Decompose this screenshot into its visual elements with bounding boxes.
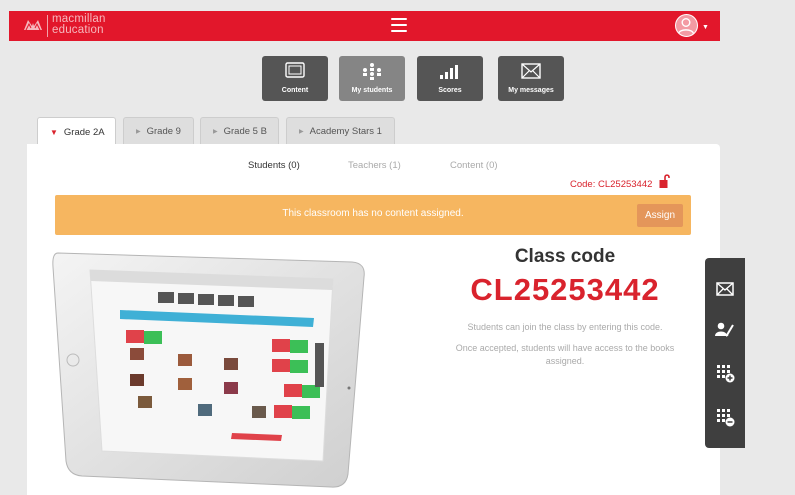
class-code-value: CL25253442 bbox=[470, 272, 660, 307]
envelope-icon[interactable] bbox=[714, 278, 736, 300]
class-code-info-2: Once accepted, students will have access… bbox=[455, 343, 675, 366]
tab-grade-2a[interactable]: ▼ Grade 2A bbox=[37, 117, 116, 146]
user-edit-icon[interactable] bbox=[714, 318, 736, 340]
caret-right-icon: ▶ bbox=[299, 129, 304, 135]
logo-text: macmillan education bbox=[52, 13, 106, 36]
caret-right-icon: ▶ bbox=[136, 129, 141, 135]
tab-grade-9[interactable]: ▶ Grade 9 bbox=[123, 117, 194, 145]
tab-label: Academy Stars 1 bbox=[309, 126, 382, 137]
user-avatar[interactable] bbox=[675, 14, 698, 37]
assign-button[interactable]: Assign bbox=[637, 204, 683, 227]
class-code-title: Class code bbox=[514, 246, 616, 267]
user-icon bbox=[677, 18, 695, 35]
content-button-label: Content bbox=[281, 87, 309, 94]
caret-right-icon: ▶ bbox=[213, 129, 218, 135]
my-messages-button-label: My messages bbox=[508, 87, 554, 94]
bar-chart-icon bbox=[440, 65, 458, 79]
grid-add-icon[interactable] bbox=[714, 362, 736, 384]
tablet-illustration bbox=[52, 252, 365, 488]
unlock-icon[interactable] bbox=[659, 173, 671, 189]
action-sidebar bbox=[705, 258, 745, 448]
top-bar: macmillan education ▼ bbox=[9, 11, 720, 41]
logo-divider bbox=[47, 15, 48, 37]
chevron-down-icon[interactable]: ▼ bbox=[702, 24, 709, 31]
logo-line-2: education bbox=[52, 24, 104, 36]
students-icon bbox=[363, 63, 381, 80]
tablet-icon bbox=[285, 62, 305, 78]
macmillan-logo[interactable]: macmillan education bbox=[23, 13, 106, 37]
class-code-info-1: Students can join the class by entering … bbox=[467, 322, 663, 332]
tab-label: Grade 2A bbox=[63, 126, 105, 138]
tab-label: Grade 9 bbox=[146, 126, 181, 137]
tab-students[interactable]: Students (0) bbox=[248, 160, 300, 171]
menu-icon[interactable] bbox=[391, 18, 407, 32]
my-students-button-label: My students bbox=[351, 87, 393, 94]
my-students-button[interactable]: My students bbox=[339, 56, 405, 101]
grid-remove-icon[interactable] bbox=[714, 406, 736, 428]
my-messages-button[interactable]: My messages bbox=[498, 56, 564, 101]
scores-button-label: Scores bbox=[438, 87, 462, 94]
class-code-label: Code: CL25253442 bbox=[570, 179, 653, 190]
scores-button[interactable]: Scores bbox=[417, 56, 483, 101]
caret-down-icon: ▼ bbox=[50, 127, 58, 137]
tab-academy-stars-1[interactable]: ▶ Academy Stars 1 bbox=[286, 117, 395, 145]
content-button[interactable]: Content bbox=[262, 56, 328, 101]
no-content-banner: This classroom has no content assigned. bbox=[55, 195, 691, 235]
tab-content[interactable]: Content (0) bbox=[450, 160, 498, 171]
tab-teachers[interactable]: Teachers (1) bbox=[348, 160, 401, 171]
envelope-icon bbox=[521, 63, 541, 79]
tab-grade-5b[interactable]: ▶ Grade 5 B bbox=[200, 117, 279, 145]
tab-label: Grade 5 B bbox=[223, 126, 267, 137]
macmillan-tree-icon bbox=[24, 20, 42, 31]
banner-message: This classroom has no content assigned. bbox=[282, 208, 464, 219]
